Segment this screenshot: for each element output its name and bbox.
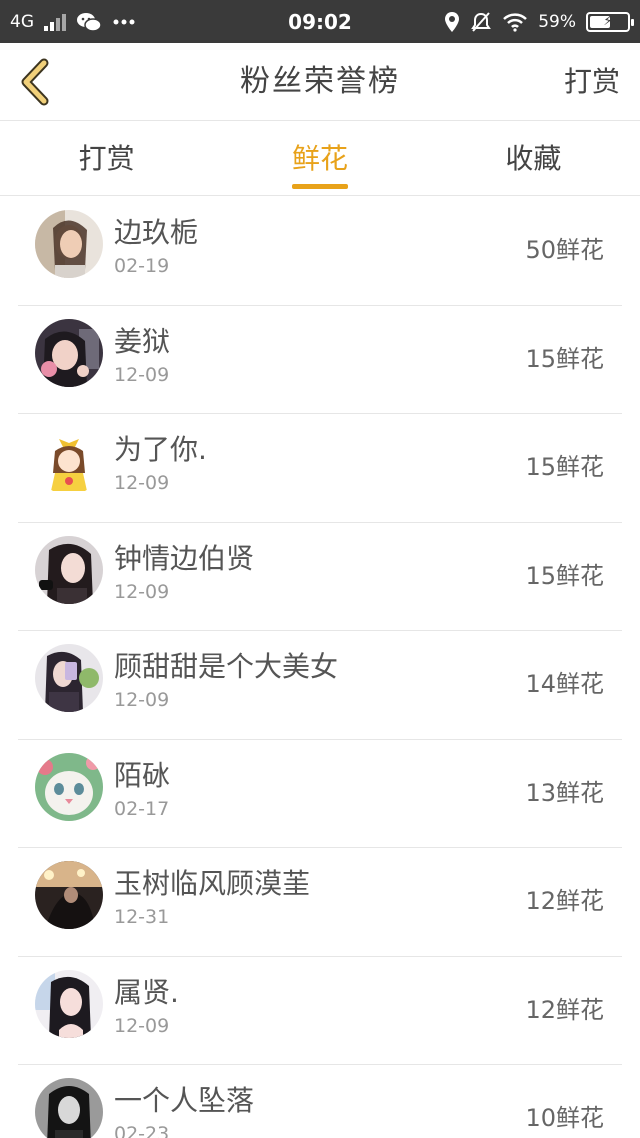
location-icon bbox=[445, 11, 460, 32]
flower-count: 13鲜花 bbox=[525, 778, 604, 807]
flower-count: 12鲜花 bbox=[525, 887, 604, 915]
fan-date: 12-09 bbox=[114, 472, 170, 494]
avatar[interactable] bbox=[35, 752, 103, 821]
fan-name: 属贤. bbox=[114, 975, 179, 1009]
list-item[interactable]: 边玖栀 02-19 50鲜花 bbox=[18, 197, 622, 306]
tab-reward[interactable]: 打赏 bbox=[0, 121, 213, 195]
page-title: 粉丝荣誉榜 bbox=[240, 64, 400, 99]
fan-date: 02-17 bbox=[114, 797, 170, 820]
list-item[interactable]: 顾甜甜是个大美女 12-09 14鲜花 bbox=[18, 631, 622, 740]
flower-count: 15鲜花 bbox=[525, 453, 604, 481]
fan-name: 顾甜甜是个大美女 bbox=[114, 650, 339, 683]
fan-name: 陌砅 bbox=[114, 758, 171, 792]
avatar[interactable] bbox=[35, 969, 103, 1038]
avatar[interactable] bbox=[35, 427, 103, 495]
fan-date: 12-09 bbox=[114, 580, 170, 603]
network-type: 4G bbox=[10, 11, 34, 32]
avatar[interactable] bbox=[35, 1078, 103, 1138]
mute-bell-icon bbox=[471, 11, 492, 32]
avatar[interactable] bbox=[35, 535, 103, 604]
avatar[interactable] bbox=[35, 644, 103, 712]
flower-count: 10鲜花 bbox=[525, 1104, 604, 1132]
list-item[interactable]: 属贤. 12-09 12鲜花 bbox=[18, 957, 622, 1065]
top-nav-bar: 粉丝荣誉榜 打赏 bbox=[0, 43, 640, 121]
battery-percent: 59% bbox=[538, 11, 576, 32]
signal-icon bbox=[44, 13, 66, 31]
fan-date: 02-19 bbox=[114, 255, 170, 277]
list-item[interactable]: 玉树临风顾漠茥 12-31 12鲜花 bbox=[18, 848, 622, 957]
tab-flowers[interactable]: 鲜花 bbox=[213, 121, 426, 195]
flower-count: 50鲜花 bbox=[525, 236, 604, 264]
more-dots-icon bbox=[113, 19, 135, 24]
wifi-icon bbox=[503, 12, 528, 32]
fan-name: 一个人坠落 bbox=[114, 1084, 255, 1117]
flower-count: 15鲜花 bbox=[525, 344, 604, 373]
fan-name: 边玖栀 bbox=[114, 216, 199, 249]
flower-count: 15鲜花 bbox=[525, 561, 604, 590]
fan-name: 为了你. bbox=[114, 433, 207, 466]
reward-button[interactable]: 打赏 bbox=[564, 43, 620, 121]
list-item[interactable]: 为了你. 12-09 15鲜花 bbox=[18, 414, 622, 523]
battery-icon: ⚡ bbox=[586, 11, 634, 32]
list-item[interactable]: 一个人坠落 02-23 10鲜花 bbox=[18, 1065, 622, 1138]
status-right: 59% ⚡ bbox=[444, 11, 634, 33]
fan-date: 12-31 bbox=[114, 906, 170, 928]
flower-count: 12鲜花 bbox=[525, 995, 604, 1024]
fan-ranking-list: 边玖栀 02-19 50鲜花 姜狱 12-09 15鲜花 为了你. 12-09 … bbox=[18, 197, 622, 1138]
flower-count: 14鲜花 bbox=[525, 670, 604, 698]
avatar[interactable] bbox=[35, 861, 103, 929]
fan-name: 玉树临风顾漠茥 bbox=[114, 867, 311, 900]
fan-date: 12-09 bbox=[114, 1014, 170, 1037]
fan-date: 12-09 bbox=[114, 689, 170, 711]
status-bar: 4G 09:02 59% ⚡ bbox=[0, 0, 640, 43]
avatar[interactable] bbox=[35, 210, 103, 278]
fan-date: 12-09 bbox=[114, 363, 170, 386]
fan-name: 姜狱 bbox=[114, 324, 171, 358]
list-item[interactable]: 钟情边伯贤 12-09 15鲜花 bbox=[18, 523, 622, 631]
fan-date: 02-23 bbox=[114, 1123, 170, 1138]
tab-favorites[interactable]: 收藏 bbox=[427, 121, 640, 195]
list-item[interactable]: 姜狱 12-09 15鲜花 bbox=[18, 306, 622, 414]
wechat-icon bbox=[77, 12, 102, 32]
status-left: 4G bbox=[10, 12, 136, 32]
list-item[interactable]: 陌砅 02-17 13鲜花 bbox=[18, 740, 622, 848]
avatar[interactable] bbox=[35, 318, 103, 387]
tab-bar: 打赏 鲜花 收藏 bbox=[0, 121, 640, 196]
fan-name: 钟情边伯贤 bbox=[114, 541, 255, 575]
